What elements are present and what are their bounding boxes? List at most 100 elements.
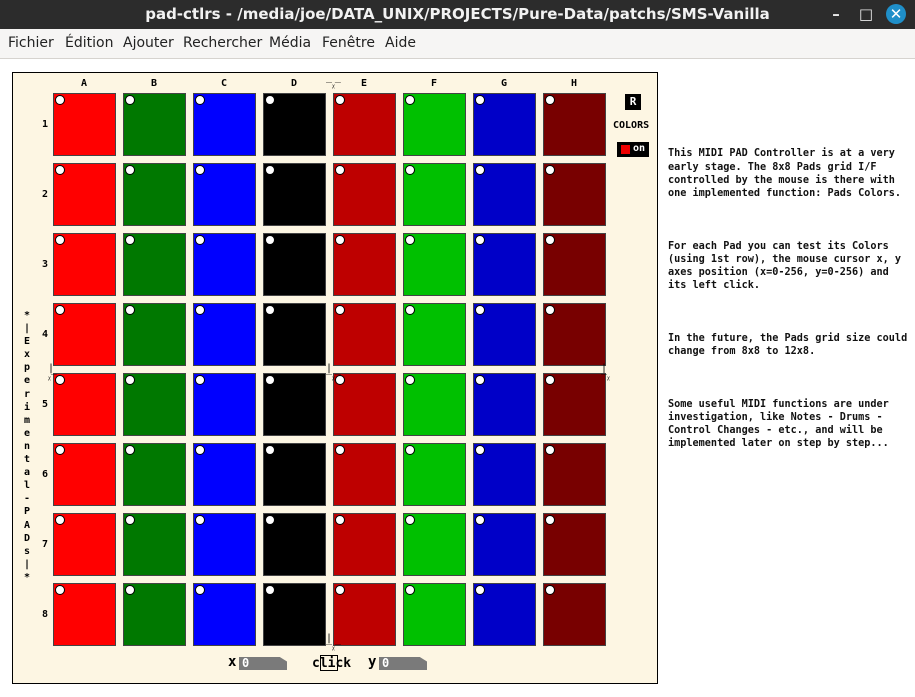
pad-bang-icon[interactable] xyxy=(335,445,345,455)
pad-g5[interactable] xyxy=(473,373,536,436)
pad-bang-icon[interactable] xyxy=(475,445,485,455)
pad-bang-icon[interactable] xyxy=(475,235,485,245)
pad-bang-icon[interactable] xyxy=(265,585,275,595)
pad-bang-icon[interactable] xyxy=(265,445,275,455)
pad-a5[interactable] xyxy=(53,373,116,436)
pad-bang-icon[interactable] xyxy=(335,305,345,315)
pad-bang-icon[interactable] xyxy=(265,95,275,105)
pad-d3[interactable] xyxy=(263,233,326,296)
pad-b1[interactable] xyxy=(123,93,186,156)
pad-bang-icon[interactable] xyxy=(265,235,275,245)
pad-g2[interactable] xyxy=(473,163,536,226)
pad-d5[interactable] xyxy=(263,373,326,436)
pad-g8[interactable] xyxy=(473,583,536,646)
pad-bang-icon[interactable] xyxy=(125,305,135,315)
maximize-button[interactable]: □ xyxy=(856,4,876,24)
pad-bang-icon[interactable] xyxy=(195,375,205,385)
pad-h6[interactable] xyxy=(543,443,606,506)
pad-g4[interactable] xyxy=(473,303,536,366)
menu-edition[interactable]: Édition xyxy=(65,35,113,51)
pad-bang-icon[interactable] xyxy=(195,585,205,595)
pad-bang-icon[interactable] xyxy=(125,375,135,385)
pad-bang-icon[interactable] xyxy=(545,305,555,315)
pad-c8[interactable] xyxy=(193,583,256,646)
pad-h3[interactable] xyxy=(543,233,606,296)
pad-f2[interactable] xyxy=(403,163,466,226)
pad-bang-icon[interactable] xyxy=(545,515,555,525)
pad-bang-icon[interactable] xyxy=(55,515,65,525)
pad-b8[interactable] xyxy=(123,583,186,646)
minimize-button[interactable]: – xyxy=(826,4,846,24)
pad-bang-icon[interactable] xyxy=(265,375,275,385)
pad-d8[interactable] xyxy=(263,583,326,646)
pad-bang-icon[interactable] xyxy=(405,95,415,105)
pad-b6[interactable] xyxy=(123,443,186,506)
pad-d6[interactable] xyxy=(263,443,326,506)
pad-e1[interactable] xyxy=(333,93,396,156)
pad-bang-icon[interactable] xyxy=(405,235,415,245)
pad-bang-icon[interactable] xyxy=(405,515,415,525)
pad-h7[interactable] xyxy=(543,513,606,576)
pad-bang-icon[interactable] xyxy=(475,375,485,385)
pad-bang-icon[interactable] xyxy=(405,165,415,175)
pad-bang-icon[interactable] xyxy=(195,515,205,525)
pad-h4[interactable] xyxy=(543,303,606,366)
patch-canvas[interactable]: ABCDEFGH 12345678 * | Ex p e r i m e n t a l - P A Ds | * … xyxy=(12,72,658,684)
pad-b2[interactable] xyxy=(123,163,186,226)
pad-a1[interactable] xyxy=(53,93,116,156)
pad-h8[interactable] xyxy=(543,583,606,646)
pad-b4[interactable] xyxy=(123,303,186,366)
y-number-box[interactable]: 0 xyxy=(379,657,427,670)
pad-c4[interactable] xyxy=(193,303,256,366)
pad-f7[interactable] xyxy=(403,513,466,576)
pad-bang-icon[interactable] xyxy=(195,305,205,315)
pad-bang-icon[interactable] xyxy=(545,165,555,175)
pad-bang-icon[interactable] xyxy=(475,95,485,105)
pad-bang-icon[interactable] xyxy=(55,305,65,315)
pad-bang-icon[interactable] xyxy=(405,375,415,385)
pad-bang-icon[interactable] xyxy=(195,445,205,455)
pad-bang-icon[interactable] xyxy=(265,515,275,525)
pad-bang-icon[interactable] xyxy=(335,235,345,245)
close-button[interactable]: ✕ xyxy=(886,4,906,24)
pad-bang-icon[interactable] xyxy=(55,585,65,595)
pad-e4[interactable] xyxy=(333,303,396,366)
pad-bang-icon[interactable] xyxy=(125,515,135,525)
pad-b3[interactable] xyxy=(123,233,186,296)
pad-h5[interactable] xyxy=(543,373,606,436)
pad-e8[interactable] xyxy=(333,583,396,646)
pad-h1[interactable] xyxy=(543,93,606,156)
pad-bang-icon[interactable] xyxy=(55,445,65,455)
pad-a4[interactable] xyxy=(53,303,116,366)
pad-a6[interactable] xyxy=(53,443,116,506)
pad-g7[interactable] xyxy=(473,513,536,576)
pad-d2[interactable] xyxy=(263,163,326,226)
pad-bang-icon[interactable] xyxy=(55,235,65,245)
menu-ajouter[interactable]: Ajouter xyxy=(123,35,174,51)
pad-bang-icon[interactable] xyxy=(195,165,205,175)
pad-e2[interactable] xyxy=(333,163,396,226)
colors-toggle[interactable]: on xyxy=(617,142,649,157)
menu-fichier[interactable]: Fichier xyxy=(8,35,54,51)
pad-bang-icon[interactable] xyxy=(405,585,415,595)
pad-bang-icon[interactable] xyxy=(335,515,345,525)
pad-c3[interactable] xyxy=(193,233,256,296)
pad-bang-icon[interactable] xyxy=(335,585,345,595)
pad-bang-icon[interactable] xyxy=(545,375,555,385)
pad-c5[interactable] xyxy=(193,373,256,436)
pad-bang-icon[interactable] xyxy=(545,585,555,595)
pad-bang-icon[interactable] xyxy=(475,305,485,315)
pad-bang-icon[interactable] xyxy=(335,165,345,175)
pad-f1[interactable] xyxy=(403,93,466,156)
pad-a7[interactable] xyxy=(53,513,116,576)
menu-fenetre[interactable]: Fenêtre xyxy=(322,35,375,51)
pad-bang-icon[interactable] xyxy=(545,445,555,455)
pad-bang-icon[interactable] xyxy=(125,445,135,455)
pad-e3[interactable] xyxy=(333,233,396,296)
pad-bang-icon[interactable] xyxy=(265,165,275,175)
pad-c6[interactable] xyxy=(193,443,256,506)
pad-b7[interactable] xyxy=(123,513,186,576)
pad-bang-icon[interactable] xyxy=(125,165,135,175)
pad-g6[interactable] xyxy=(473,443,536,506)
pad-a2[interactable] xyxy=(53,163,116,226)
